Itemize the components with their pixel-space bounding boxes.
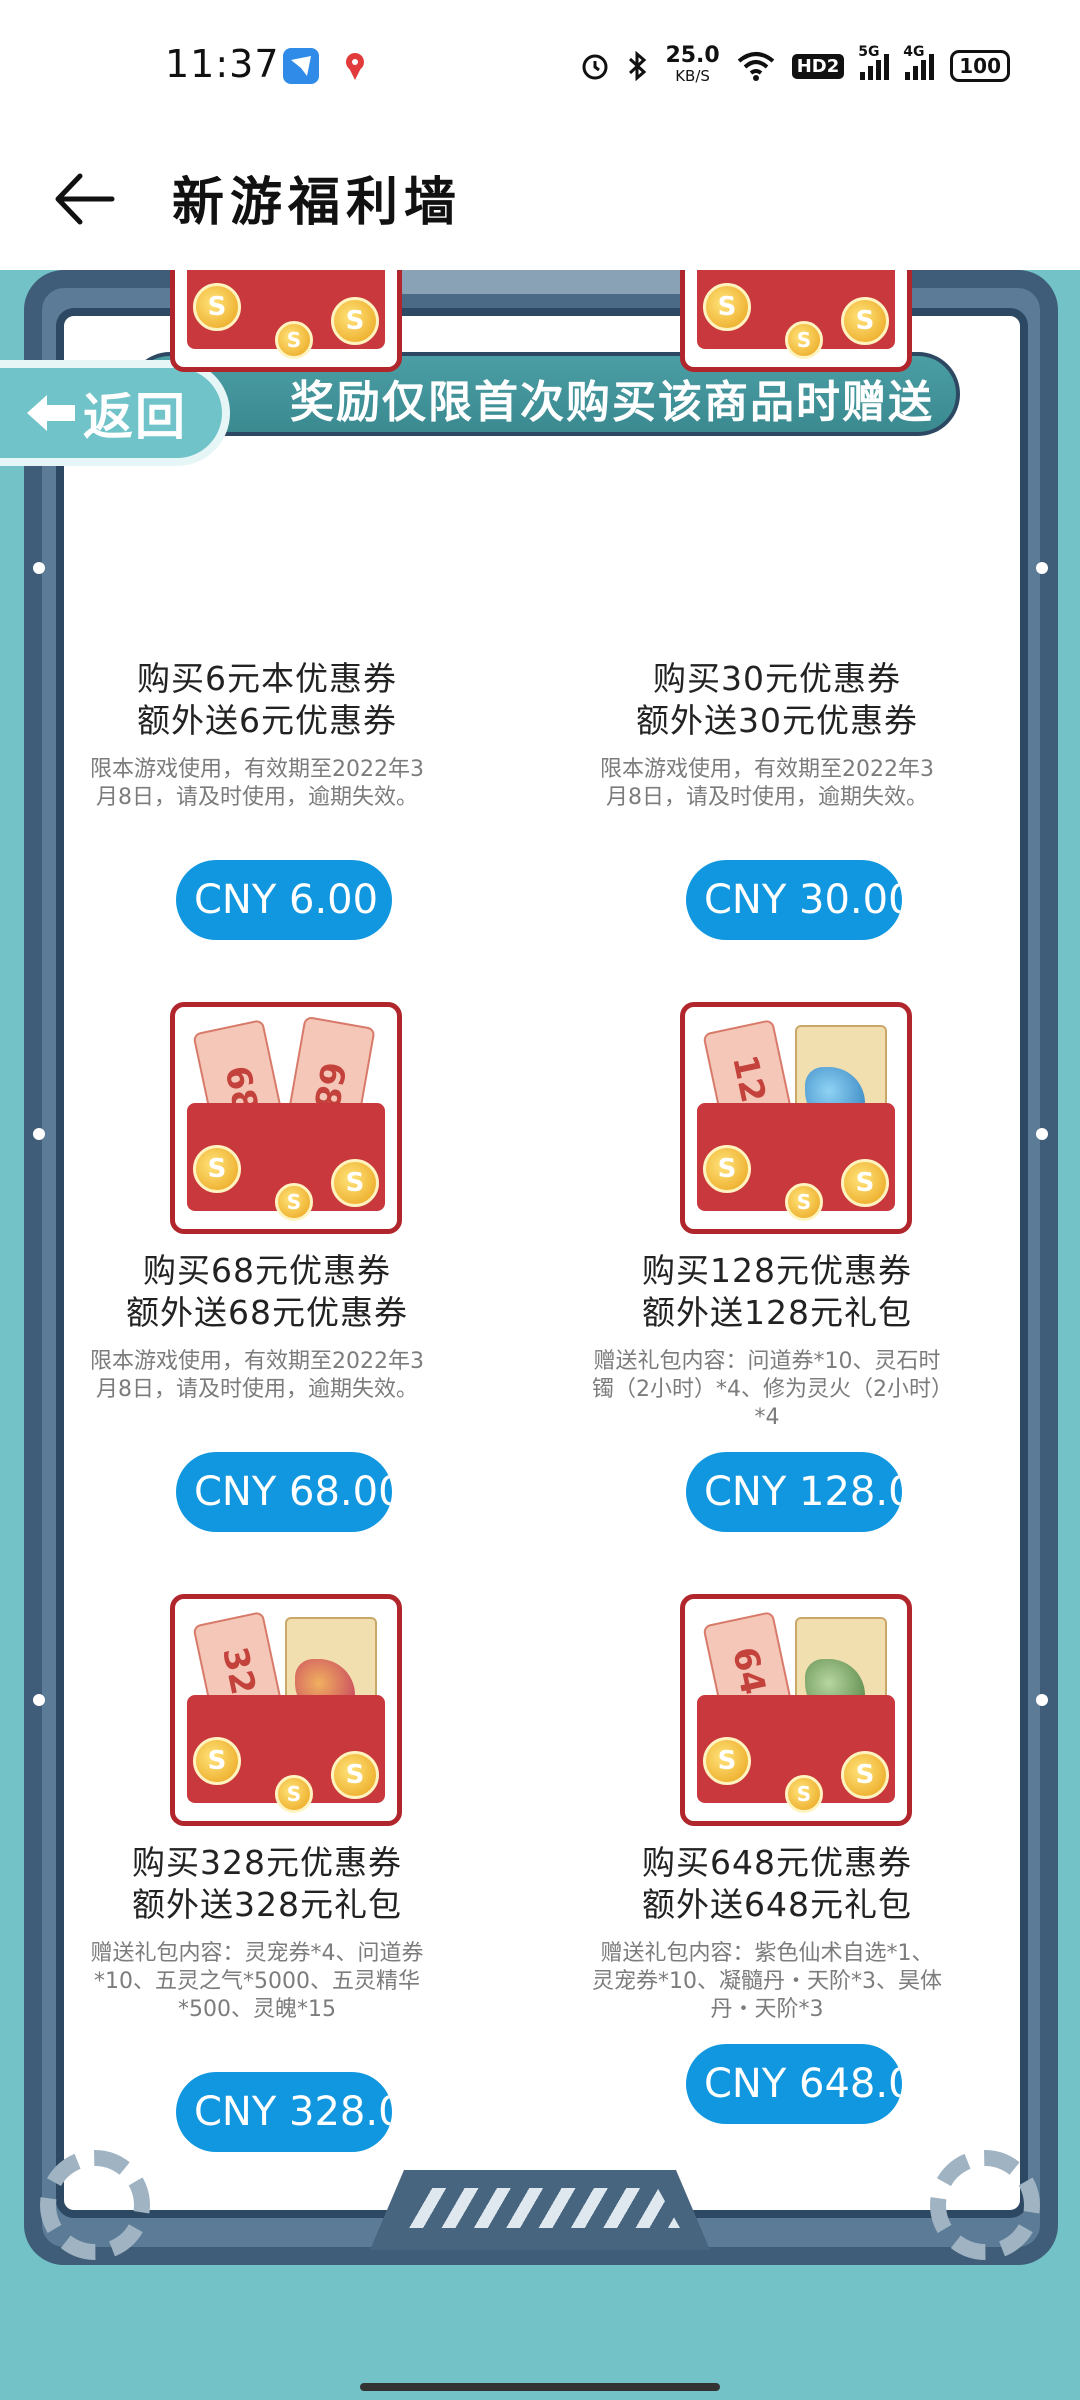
alarm-icon xyxy=(579,50,611,82)
product-description: 赠送礼包内容：灵宠券*4、问道券*10、五灵之气*5000、五灵精华*500、灵… xyxy=(90,1941,424,2022)
arrow-left-icon[interactable] xyxy=(50,164,120,234)
network-speed: 25.0 KB/S xyxy=(665,43,720,86)
buy-button[interactable]: CNY 128.00 xyxy=(686,1452,902,1532)
gear-icon xyxy=(40,2150,150,2260)
product-image: 30 30 SSS xyxy=(680,270,912,372)
status-time: 11:37 xyxy=(165,42,280,86)
gear-icon xyxy=(930,2150,1040,2260)
battery-indicator: 100 xyxy=(950,50,1010,82)
product-grid: 6 6 SSS 购买6元本优惠券 额外送6元优惠券 限本游戏使用，有效期至202… xyxy=(0,270,1080,2400)
wifi-icon xyxy=(736,51,776,81)
product-description: 限本游戏使用，有效期至2022年3月8日，请及时使用，逾期失效。 xyxy=(600,757,934,810)
signal-4g-icon: 4G xyxy=(903,44,935,80)
game-webview: 奖励仅限首次购买该商品时赠送 返回 6 6 SSS 购买6元本优惠券 额外送6元… xyxy=(0,270,1080,2400)
product-title: 购买648元优惠券 额外送648元礼包 xyxy=(642,1843,912,1924)
buy-button[interactable]: CNY 68.00 xyxy=(176,1452,392,1532)
home-indicator[interactable] xyxy=(360,2383,720,2391)
buy-button[interactable]: CNY 648.00 xyxy=(686,2044,902,2124)
bluetooth-icon xyxy=(627,50,649,82)
hd-badge: HD2 xyxy=(791,53,845,79)
product-description: 限本游戏使用，有效期至2022年3月8日，请及时使用，逾期失效。 xyxy=(90,1349,424,1402)
product-title: 购买328元优惠券 额外送328元礼包 xyxy=(132,1843,402,1924)
product-title: 购买68元优惠券 额外送68元优惠券 xyxy=(126,1251,408,1332)
product-description: 限本游戏使用，有效期至2022年3月8日，请及时使用，逾期失效。 xyxy=(90,757,424,810)
signal-5g-icon: 5G xyxy=(858,44,890,80)
product-title: 购买6元本优惠券 额外送6元优惠券 xyxy=(137,659,397,740)
frame-bottom-stripes xyxy=(400,2188,680,2228)
message-app-icon xyxy=(283,48,319,84)
page-title: 新游福利墙 xyxy=(172,173,463,233)
product-title: 购买128元优惠券 额外送128元礼包 xyxy=(642,1251,912,1332)
product-image: 648 SSS xyxy=(680,1594,912,1826)
product-image: 128 SSS xyxy=(680,1002,912,1234)
buy-button[interactable]: CNY 6.00 xyxy=(176,860,392,940)
product-title: 购买30元优惠券 额外送30元优惠券 xyxy=(636,659,918,740)
status-bar: 11:37 25.0 KB/S HD2 5G 4G 100 xyxy=(0,0,1080,128)
product-image: 68 68 SSS xyxy=(170,1002,402,1234)
product-image: 6 6 SSS xyxy=(170,270,402,372)
buy-button[interactable]: CNY 30.00 xyxy=(686,860,902,940)
location-app-icon xyxy=(337,48,373,84)
product-description: 赠送礼包内容：问道券*10、灵石时镯（2小时）*4、修为灵火（2小时）*4 xyxy=(592,1349,942,1430)
product-image: 328 SSS xyxy=(170,1594,402,1826)
buy-button[interactable]: CNY 328.00 xyxy=(176,2072,392,2152)
app-header: 新游福利墙 xyxy=(0,128,1080,270)
product-description: 赠送礼包内容：紫色仙术自选*1、灵宠券*10、凝髓丹・天阶*3、昊体丹・天阶*3 xyxy=(592,1941,942,2022)
